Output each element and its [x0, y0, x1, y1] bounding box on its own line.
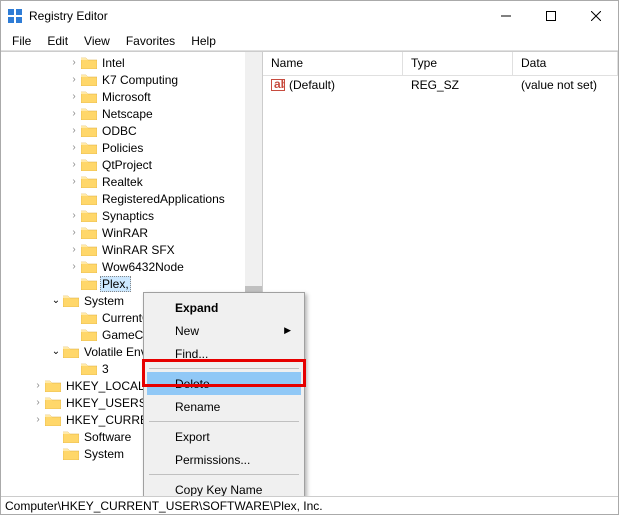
menu-view[interactable]: View: [77, 32, 117, 50]
tree-item[interactable]: ›Wow6432Node: [31, 258, 262, 275]
tree-item[interactable]: ›ODBC: [31, 122, 262, 139]
context-export[interactable]: Export: [147, 425, 301, 448]
tree-label: Synaptics: [100, 209, 156, 223]
tree-label: 3: [100, 362, 111, 376]
tree-label: K7 Computing: [100, 73, 180, 87]
context-permissions[interactable]: Permissions...: [147, 448, 301, 471]
tree-item[interactable]: ›WinRAR SFX: [31, 241, 262, 258]
context-find[interactable]: Find...: [147, 342, 301, 365]
tree-label: Realtek: [100, 175, 145, 189]
svg-text:ab: ab: [274, 78, 285, 91]
menu-file[interactable]: File: [5, 32, 38, 50]
tree-label: ODBC: [100, 124, 139, 138]
tree-item[interactable]: ›Netscape: [31, 105, 262, 122]
tree-item[interactable]: ›Microsoft: [31, 88, 262, 105]
context-rename[interactable]: Rename: [147, 395, 301, 418]
col-name[interactable]: Name: [263, 52, 403, 75]
context-delete[interactable]: Delete: [147, 372, 301, 395]
tree-item[interactable]: ›WinRAR: [31, 224, 262, 241]
col-type[interactable]: Type: [403, 52, 513, 75]
tree-item[interactable]: ›Realtek: [31, 173, 262, 190]
tree-label: Wow6432Node: [100, 260, 186, 274]
tree-label: Policies: [100, 141, 145, 155]
value-type: REG_SZ: [403, 78, 513, 92]
menu-favorites[interactable]: Favorites: [119, 32, 182, 50]
string-value-icon: ab: [271, 78, 285, 92]
col-data[interactable]: Data: [513, 52, 618, 75]
tree-item[interactable]: ›Policies: [31, 139, 262, 156]
tree-label: QtProject: [100, 158, 154, 172]
tree-label: WinRAR: [100, 226, 150, 240]
tree-label: RegisteredApplications: [100, 192, 227, 206]
close-button[interactable]: [573, 1, 618, 31]
tree-label: Microsoft: [100, 90, 153, 104]
tree-label: System: [82, 447, 126, 461]
context-expand[interactable]: Expand: [147, 296, 301, 319]
tree-item[interactable]: Plex,: [31, 275, 262, 292]
tree-label: Plex,: [100, 276, 131, 292]
tree-item[interactable]: RegisteredApplications: [31, 190, 262, 207]
titlebar: Registry Editor: [1, 1, 618, 31]
tree-label: HKEY_USERS: [64, 396, 149, 410]
tree-item[interactable]: ›K7 Computing: [31, 71, 262, 88]
tree-item[interactable]: ›Intel: [31, 54, 262, 71]
tree-item[interactable]: ›QtProject: [31, 156, 262, 173]
value-name: (Default): [289, 78, 335, 92]
minimize-button[interactable]: [483, 1, 528, 31]
menu-help[interactable]: Help: [184, 32, 223, 50]
tree-label: Netscape: [100, 107, 155, 121]
value-data: (value not set): [513, 78, 618, 92]
tree-label: WinRAR SFX: [100, 243, 177, 257]
tree-label: System: [82, 294, 126, 308]
tree-label: Software: [82, 430, 133, 444]
menu-edit[interactable]: Edit: [40, 32, 75, 50]
context-new[interactable]: New▶: [147, 319, 301, 342]
tree-item[interactable]: ›Synaptics: [31, 207, 262, 224]
regedit-icon: [7, 8, 23, 24]
statusbar: Computer\HKEY_CURRENT_USER\SOFTWARE\Plex…: [1, 496, 618, 514]
values-pane[interactable]: Name Type Data ab (Default) REG_SZ (valu…: [263, 52, 618, 497]
maximize-button[interactable]: [528, 1, 573, 31]
window-title: Registry Editor: [29, 9, 483, 23]
menubar: File Edit View Favorites Help: [1, 31, 618, 51]
value-row[interactable]: ab (Default) REG_SZ (value not set): [263, 76, 618, 94]
tree-label: Intel: [100, 56, 127, 70]
context-menu: ExpandNew▶Find... DeleteRename ExportPermi…: [143, 292, 305, 505]
